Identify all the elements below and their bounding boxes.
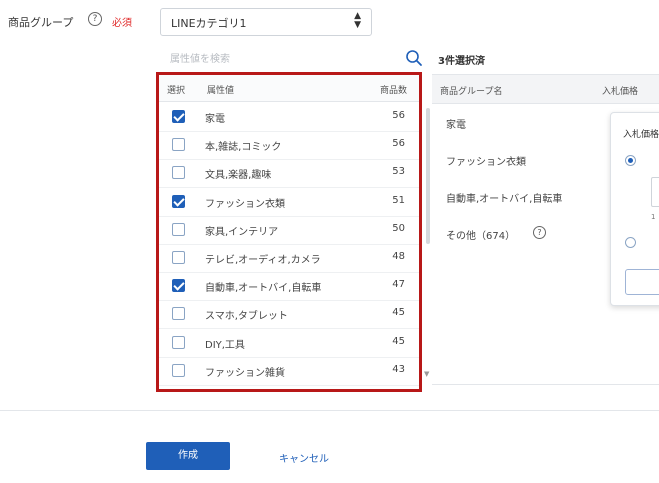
row-label: 本,雑誌,コミック xyxy=(205,142,282,154)
create-button[interactable]: 作成 xyxy=(146,442,230,470)
row-count: 53 xyxy=(392,166,405,178)
row-label: 家電 xyxy=(205,114,225,125)
attribute-list: 選択 属性値 商品数 家電 56 本,雑誌,コミック 56 文具,楽器,趣味 53 ファッシ… xyxy=(156,72,422,392)
search-icon[interactable] xyxy=(405,49,423,67)
attribute-row[interactable]: 文具,楽器,趣味 53 xyxy=(159,159,419,189)
row-label: 自動車,オートバイ,自転車 xyxy=(205,283,322,295)
help-icon[interactable]: ? xyxy=(88,12,102,26)
footer-divider xyxy=(0,410,659,411)
row-count: 56 xyxy=(392,110,405,121)
row-count: 45 xyxy=(392,307,405,319)
row-checkbox[interactable] xyxy=(172,222,185,236)
row-label: 文具,楽器,趣味 xyxy=(205,170,272,182)
row-checkbox[interactable] xyxy=(172,335,185,349)
panel-bottom-divider xyxy=(432,384,659,385)
selected-item: 自動車,オートバイ,自転車 xyxy=(446,194,563,205)
selected-count-title: 3件選択済 xyxy=(438,56,485,67)
row-count: 51 xyxy=(392,194,405,206)
popover-title: 入札価格 xyxy=(623,130,659,140)
bid-input[interactable] xyxy=(651,177,659,207)
bid-hint: 1 xyxy=(651,213,656,221)
row-label: ファッション雑貨 xyxy=(205,367,285,379)
row-checkbox[interactable] xyxy=(172,166,185,180)
attribute-row[interactable]: ファッション雑貨 43 xyxy=(159,357,419,386)
attribute-row[interactable]: 自動車,オートバイ,自転車 47 xyxy=(159,272,419,302)
row-checkbox[interactable] xyxy=(172,307,185,321)
attribute-row[interactable]: 家具,インテリア 50 xyxy=(159,216,419,245)
attribute-row[interactable]: 本,雑誌,コミック 56 xyxy=(159,131,419,161)
selected-item: 家電 xyxy=(446,120,466,131)
category-select[interactable]: LINEカテゴリ1 ▲ ▼ xyxy=(160,8,372,36)
row-label: スマホ,タブレット xyxy=(205,311,288,323)
attribute-list-header: 選択 属性値 商品数 xyxy=(159,75,419,102)
row-label: 家具,インテリア xyxy=(205,226,279,238)
attribute-search-input[interactable] xyxy=(160,46,402,72)
row-checkbox[interactable] xyxy=(172,110,185,123)
row-label: ファッション衣類 xyxy=(205,198,285,210)
row-count: 50 xyxy=(392,222,405,234)
updown-arrows-icon: ▲ ▼ xyxy=(354,11,361,30)
selected-item-other: その他（674） xyxy=(446,231,516,242)
row-label: DIY,工具 xyxy=(205,339,245,351)
cancel-link[interactable]: キャンセル xyxy=(279,450,329,465)
bid-radio-option-1[interactable] xyxy=(625,155,636,166)
row-label: テレビ,オーディオ,カメラ xyxy=(205,255,321,266)
header-bid-price: 入札価格 xyxy=(602,87,639,97)
attribute-search xyxy=(160,46,425,72)
header-count: 商品数 xyxy=(379,86,407,96)
row-count: 56 xyxy=(392,138,405,150)
attribute-row[interactable]: ファッション衣類 51 xyxy=(159,188,419,217)
row-checkbox[interactable] xyxy=(172,251,185,264)
attribute-row[interactable]: スマホ,タブレット 45 xyxy=(159,300,419,330)
header-group-name: 商品グループ名 xyxy=(440,87,503,97)
row-checkbox[interactable] xyxy=(172,279,185,293)
attribute-row[interactable]: テレビ,オーディオ,カメラ 48 xyxy=(159,244,419,273)
row-checkbox[interactable] xyxy=(172,194,185,208)
bid-radio-option-2[interactable] xyxy=(625,237,636,248)
scrollbar[interactable] xyxy=(426,108,430,244)
selected-table-header: 商品グループ名 入札価格 xyxy=(432,74,659,104)
row-count: 43 xyxy=(392,363,405,375)
popover-button[interactable] xyxy=(625,269,659,295)
bid-popover: 入札価格 1 xyxy=(610,112,659,306)
category-select-value: LINEカテゴリ1 xyxy=(171,17,247,30)
row-checkbox[interactable] xyxy=(172,138,185,152)
selected-item: ファッション衣類 xyxy=(446,157,526,168)
row-count: 47 xyxy=(392,279,405,291)
header-select: 選択 xyxy=(167,86,186,96)
row-count: 45 xyxy=(392,335,405,347)
attribute-row[interactable]: DIY,工具 45 xyxy=(159,329,419,358)
other-help-icon[interactable]: ? xyxy=(533,226,546,239)
row-checkbox[interactable] xyxy=(172,363,185,377)
field-label: 商品グループ xyxy=(8,16,74,29)
scroll-down-icon[interactable]: ▼ xyxy=(424,370,429,378)
required-badge: 必須 xyxy=(112,18,132,29)
attribute-row[interactable]: 家電 56 xyxy=(159,103,419,132)
row-count: 48 xyxy=(392,251,405,262)
header-attribute: 属性値 xyxy=(207,86,235,96)
